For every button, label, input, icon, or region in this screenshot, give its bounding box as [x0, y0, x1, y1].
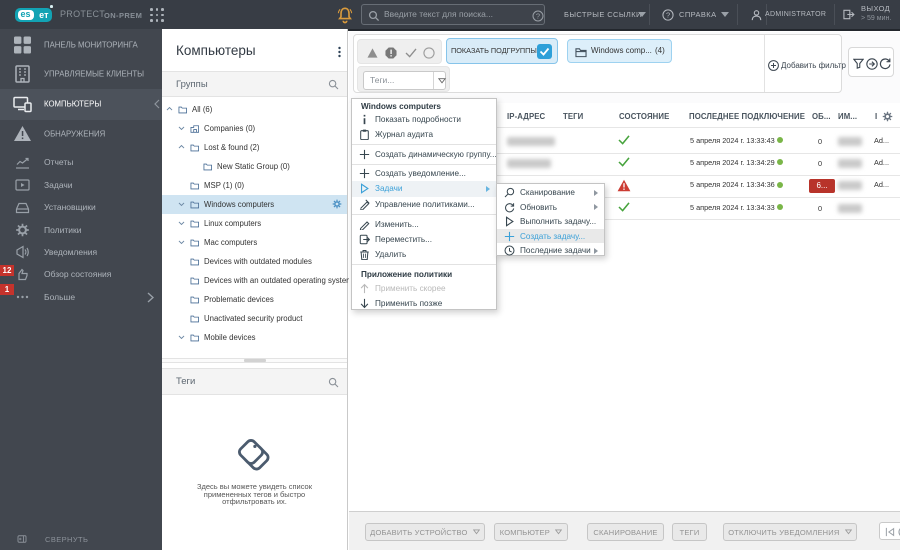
svg-text:?: ? [666, 11, 670, 20]
svg-text:?: ? [536, 12, 540, 21]
